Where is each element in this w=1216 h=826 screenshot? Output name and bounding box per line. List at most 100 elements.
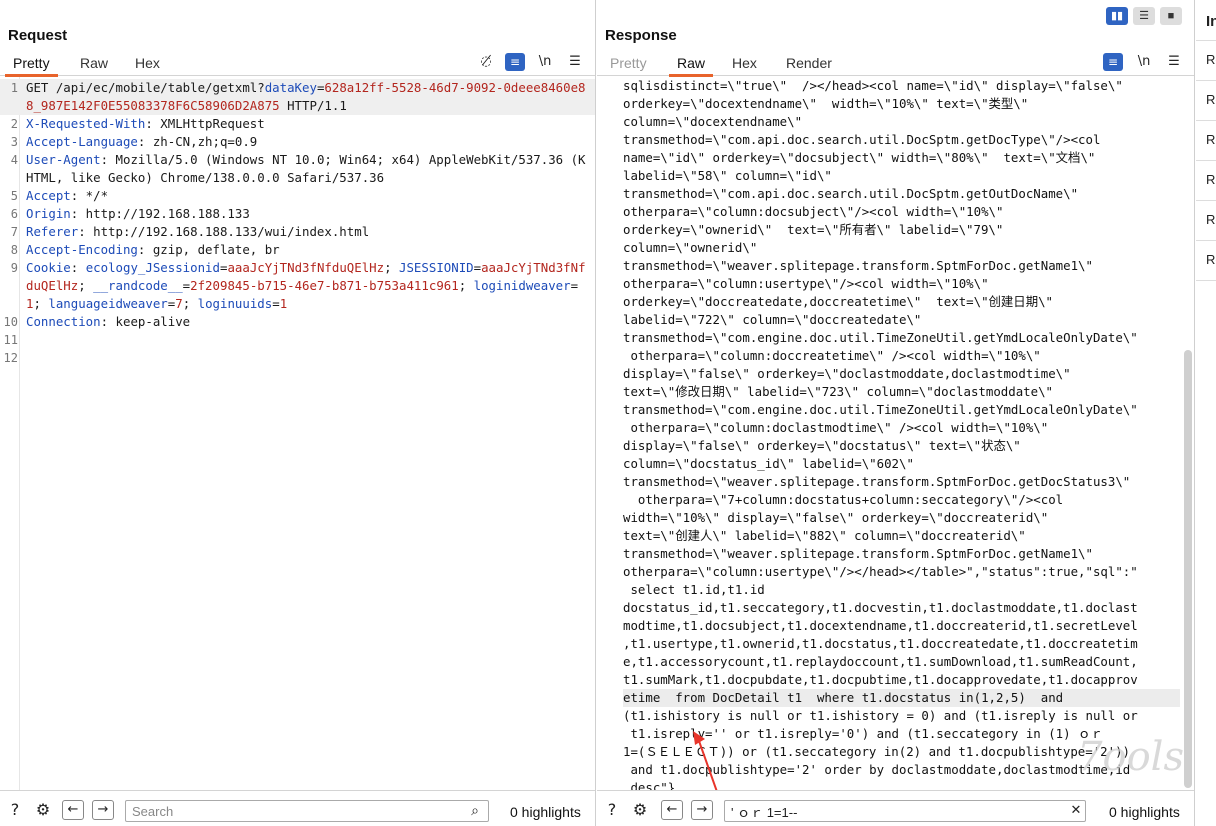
tab-hex[interactable]: Hex [732,55,757,71]
code-token: = [272,296,280,311]
help-icon[interactable]: ? [601,799,623,821]
code-token: 1 [279,296,288,311]
tab-raw[interactable]: Raw [668,55,714,77]
divider [1196,280,1216,281]
line-number: 11 [3,333,18,347]
code-line: 2 X-Requested-With: XMLHttpRequest [0,115,595,133]
inspector-item[interactable]: Re [1206,52,1216,67]
newline-icon[interactable]: \n [535,53,555,71]
request-search-input[interactable] [125,800,489,822]
line-number: 2 [10,117,18,131]
code-line: otherpara=\"column:usertype\"/></head></… [623,564,1138,579]
code-line: orderkey=\"doccreatedate,doccreatetime\"… [623,294,1054,309]
help-icon[interactable]: ? [4,799,26,821]
request-title: Request [8,27,68,44]
line-number: 3 [10,135,18,149]
code-token: : [70,260,86,275]
layout-single-icon[interactable]: ■ [1160,7,1182,25]
newline-icon[interactable]: \n [1134,53,1154,71]
code-token: 2f209845-b715-46e7-b871-b753a411c961 [190,278,459,293]
code-token: aaaJcYjTNd3fNfduQElHz [227,260,385,275]
code-token: loginidweaver [473,278,571,293]
code-line: 9 Cookie: ecology_JSessionid = aaaJcYjTNd3f… [0,259,595,313]
code-line: column=\"ownerid\" [623,240,758,255]
gear-icon[interactable]: ⚙ [32,799,54,821]
code-line: (t1.ishistory is null or t1.ishistory = … [623,708,1138,723]
code-token: : keep-alive [100,314,191,329]
divider [1196,200,1216,201]
wrap-icon[interactable]: ≡ [1103,53,1123,71]
code-token: ecology_JSessionid [85,260,220,275]
response-editor[interactable]: sqlisdistinct=\"true\" /></head><col nam… [597,77,1194,790]
request-editor[interactable]: 1 GET /api/ec/mobile/table/getxml?dataKey… [0,77,595,790]
eye-off-icon[interactable]: ◌̸ [476,53,496,71]
code-line: transmethod=\"weaver.splitepage.transfor… [623,546,1093,561]
code-token: Referer [26,224,79,239]
code-line: orderkey=\"ownerid\" text=\"所有者\" labeli… [623,222,1004,237]
code-line: otherpara=\"column:doccreatetime\" /><co… [623,348,1041,363]
code-token: : Mozilla/5.0 (Windows NT 10.0; Win64; x… [26,152,586,185]
line-number: 4 [10,153,18,167]
code-line: labelid=\"722\" column=\"doccreatedate\" [623,312,922,327]
inspector-item[interactable]: Re [1206,172,1216,187]
code-token: ; [182,296,198,311]
divider [1196,80,1216,81]
code-line: select t1.id,t1.id [623,582,765,597]
watermark: 7ools [1077,734,1184,780]
response-search-input[interactable] [724,800,1086,822]
code-line: otherpara=\"column:doclastmodtime\" /><c… [623,420,1049,435]
arrow-right-icon[interactable]: → [691,800,713,820]
arrow-left-icon[interactable]: ← [62,800,84,820]
arrow-left-icon[interactable]: ← [661,800,683,820]
response-code: sqlisdistinct=\"true\" /></head><col nam… [623,77,1180,790]
code-line: name=\"id\" orderkey=\"docsubject\" widt… [623,150,1096,165]
code-token: GET /api/ec/mobile/table/getxml? [26,80,265,95]
code-line: otherpara=\"column:docsubject\"/><col wi… [623,204,1004,219]
tab-pretty[interactable]: Pretty [610,55,647,71]
code-line: sqlisdistinct=\"true\" /></head><col nam… [623,78,1123,93]
code-token: JSESSIONID [399,260,474,275]
tab-hex[interactable]: Hex [135,55,160,71]
menu-icon[interactable]: ☰ [565,53,585,71]
code-line: 11 [0,331,595,349]
code-token: : http://192.168.188.133 [70,206,250,221]
inspector-item[interactable]: Re [1206,92,1216,107]
arrow-right-icon[interactable]: → [92,800,114,820]
code-line: 3 Accept-Language: zh-CN,zh;q=0.9 [0,133,595,151]
code-line: text=\"修改日期\" labelid=\"723\" column=\"d… [623,384,1054,399]
code-token: 7 [175,296,183,311]
code-line: modtime,t1.docsubject,t1.docextendname,t… [623,618,1138,633]
line-number: 6 [10,207,18,221]
response-pane: Response ▮▮ ☰ ■ Pretty Raw Hex Render ≡ … [597,0,1195,826]
inspector-item[interactable]: Re [1206,132,1216,147]
tab-render[interactable]: Render [786,55,832,71]
wrap-icon[interactable]: ≡ [505,53,525,71]
code-token: dataKey [264,80,317,95]
response-scrollbar[interactable] [1184,350,1192,788]
code-line: column=\"docextendname\" [623,114,803,129]
tab-pretty[interactable]: Pretty [5,55,58,77]
code-line: 10 Connection: keep-alive [0,313,595,331]
layout-split-icon[interactable]: ▮▮ [1106,7,1128,25]
code-line: display=\"false\" orderkey=\"doclastmodd… [623,366,1071,381]
search-icon: ⌕ [471,803,479,819]
code-line: text=\"创建人\" labelid=\"882\" column=\"do… [623,528,1026,543]
code-token: Connection [26,314,101,329]
tab-raw[interactable]: Raw [80,55,108,71]
gear-icon[interactable]: ⚙ [629,799,651,821]
code-token: = [473,260,482,275]
code-token: : XMLHttpRequest [145,116,265,131]
layout-stack-icon[interactable]: ☰ [1133,7,1155,25]
code-line: ,t1.usertype,t1.ownerid,t1.docstatus,t1.… [623,636,1138,651]
inspector-title: In [1206,13,1216,30]
inspector-item[interactable]: Re [1206,212,1216,227]
divider [1196,160,1216,161]
request-searchbar: ? ⚙ ← → ⌕ 0 highlights [0,790,595,826]
close-icon[interactable]: ✕ [1065,800,1087,822]
code-line: labelid=\"58\" column=\"id\" [623,168,832,183]
code-token: Cookie [26,260,71,275]
menu-icon[interactable]: ☰ [1164,53,1184,71]
request-code: 1 GET /api/ec/mobile/table/getxml?dataKey… [0,79,595,367]
code-token: : gzip, deflate, br [137,242,280,257]
inspector-item[interactable]: Re [1206,252,1216,267]
